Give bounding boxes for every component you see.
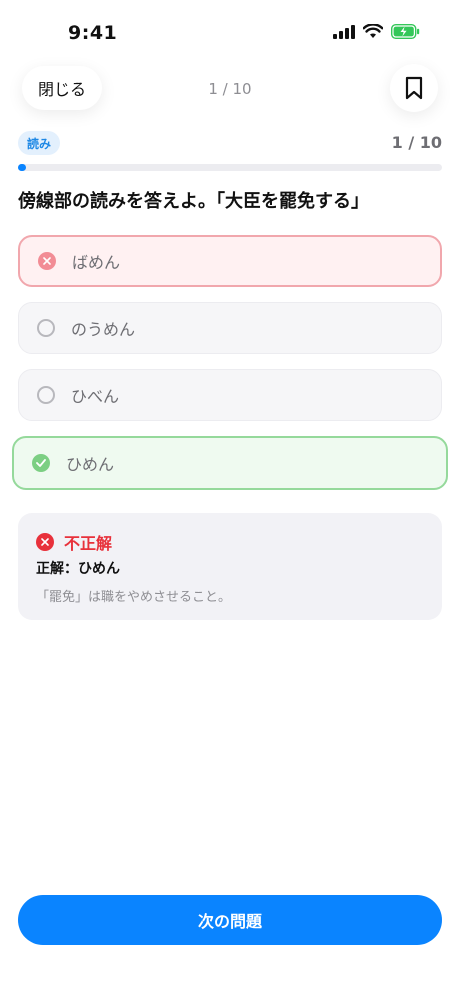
progress-bar	[18, 164, 442, 171]
feedback-card: 不正解 正解：ひめん 「罷免」は職をやめさせること。	[18, 513, 442, 620]
choice-option-3[interactable]: ひべん	[18, 369, 442, 421]
choice-label: ひべん	[71, 387, 120, 406]
radio-icon	[37, 319, 55, 337]
status-time: 9:41	[68, 22, 118, 44]
status-icons	[333, 24, 420, 39]
choice-option-1[interactable]: ばめん	[18, 235, 442, 287]
battery-charging-icon	[391, 24, 420, 39]
error-icon	[36, 533, 54, 551]
choice-label: のうめん	[71, 320, 136, 339]
check-icon	[32, 454, 50, 472]
choice-option-2[interactable]: のうめん	[18, 302, 442, 354]
bookmark-button[interactable]	[390, 64, 438, 112]
correct-answer: 正解：ひめん	[36, 561, 120, 577]
feedback-header: 不正解	[36, 530, 112, 554]
choice-label: ひめん	[66, 455, 115, 474]
status-bar: 9:41	[0, 0, 460, 64]
wifi-icon	[363, 24, 383, 38]
signal-icon	[333, 24, 355, 39]
next-question-button[interactable]: 次の問題	[18, 895, 442, 945]
wrong-icon	[38, 252, 56, 270]
progress-count: 1 / 10	[391, 133, 442, 152]
radio-icon	[37, 386, 55, 404]
progress-fill	[18, 164, 26, 171]
question-text: 傍線部の読みを答えよ。「大臣を罷免する」	[18, 191, 369, 212]
nav-bar: 閉じる 1 / 10	[0, 64, 460, 114]
category-badge: 読み	[18, 131, 61, 155]
choice-label: ばめん	[72, 253, 121, 272]
explanation-text: 「罷免」は職をやめさせること。	[36, 590, 232, 605]
feedback-status: 不正解	[64, 534, 113, 553]
choice-option-4[interactable]: ひめん	[12, 436, 448, 490]
bookmark-icon	[405, 76, 423, 100]
